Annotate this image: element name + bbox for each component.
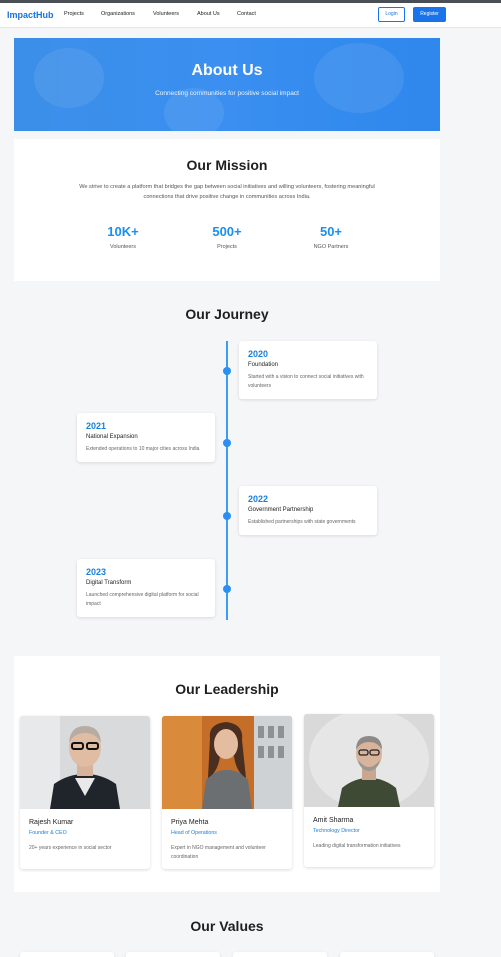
navbar: ImpactHub Projects Organizations Volunte…	[0, 3, 501, 28]
value-card	[126, 952, 220, 957]
timeline-heading: Government Partnership	[248, 507, 314, 513]
leader-description: 20+ years experience in social sector	[29, 845, 112, 851]
stat-value: 10K+	[107, 224, 139, 239]
timeline-description: Started with a vision to connect social …	[248, 374, 364, 389]
timeline-card-2021: 2021 National Expansion Extended operati…	[77, 413, 215, 462]
leader-portrait-image	[162, 716, 292, 809]
nav-link-volunteers[interactable]: Volunteers	[153, 11, 179, 17]
leader-role: Head of Operations	[171, 830, 217, 836]
stat-projects: 500+ Projects	[187, 224, 267, 250]
timeline-card-2020: 2020 Foundation Started with a vision to…	[239, 341, 377, 399]
nav-link-organizations[interactable]: Organizations	[101, 11, 135, 17]
login-button[interactable]: Login	[378, 7, 405, 22]
leader-name: Priya Mehta	[171, 819, 209, 826]
mission-text: We strive to create a platform that brid…	[79, 184, 375, 200]
values-title: Our Values	[190, 918, 264, 934]
hero-banner: About Us Connecting communities for posi…	[14, 38, 440, 131]
timeline-card-2022: 2022 Government Partnership Established …	[239, 486, 377, 535]
leadership-title: Our Leadership	[175, 681, 279, 697]
timeline-heading: Digital Transform	[86, 580, 132, 586]
value-card	[233, 952, 327, 957]
timeline-year: 2021	[86, 421, 107, 431]
leader-description: Leading digital transformation initiativ…	[313, 843, 401, 849]
leader-photo	[162, 716, 292, 809]
mission-section: Our Mission We strive to create a platfo…	[14, 139, 440, 281]
timeline-heading: Foundation	[248, 362, 279, 368]
stat-value: 500+	[212, 224, 242, 239]
leader-name: Rajesh Kumar	[29, 819, 74, 826]
leader-role: Technology Director	[313, 828, 360, 834]
timeline-description: Established partnerships with state gove…	[248, 519, 356, 525]
leader-photo	[304, 714, 434, 807]
leader-name: Amit Sharma	[313, 817, 354, 824]
stat-label: Projects	[217, 244, 237, 250]
timeline-year: 2022	[248, 494, 269, 504]
timeline-dot	[223, 439, 231, 447]
hero-title: About Us	[191, 62, 263, 79]
timeline-year: 2023	[86, 567, 107, 577]
leader-card-rajesh-kumar: Rajesh Kumar Founder & CEO 20+ years exp…	[20, 716, 150, 869]
timeline-dot	[223, 367, 231, 375]
timeline-heading: National Expansion	[86, 434, 138, 440]
timeline-description: Extended operations to 10 major cities a…	[86, 446, 200, 452]
leader-portrait-image	[304, 714, 434, 807]
nav-link-projects[interactable]: Projects	[64, 11, 84, 17]
leader-role: Founder & CEO	[29, 830, 67, 836]
mission-title: Our Mission	[186, 157, 268, 173]
stat-label: NGO Partners	[313, 244, 349, 250]
timeline-dot	[223, 512, 231, 520]
value-card	[20, 952, 114, 957]
register-button[interactable]: Register	[413, 7, 446, 22]
timeline-line	[226, 341, 228, 620]
stat-value: 50+	[319, 224, 343, 239]
leader-portrait-image	[20, 716, 150, 809]
timeline-dot	[223, 585, 231, 593]
nav-link-contact[interactable]: Contact	[237, 11, 256, 17]
leader-photo	[20, 716, 150, 809]
timeline-year: 2020	[248, 349, 269, 359]
leader-card-amit-sharma: Amit Sharma Technology Director Leading …	[304, 714, 434, 867]
stat-volunteers: 10K+ Volunteers	[83, 224, 163, 250]
journey-title: Our Journey	[185, 306, 269, 322]
leader-card-priya-mehta: Priya Mehta Head of Operations Expert in…	[162, 716, 292, 869]
nav-link-about-us[interactable]: About Us	[197, 11, 220, 17]
timeline-card-2023: 2023 Digital Transform Launched comprehe…	[77, 559, 215, 617]
stat-label: Volunteers	[110, 244, 136, 250]
leader-description: Expert in NGO management and volunteer c…	[171, 845, 266, 860]
value-card	[340, 952, 434, 957]
stat-ngo-partners: 50+ NGO Partners	[291, 224, 371, 250]
brand-logo[interactable]: ImpactHub	[7, 10, 54, 20]
timeline-description: Launched comprehensive digital platform …	[86, 592, 199, 607]
hero-subtitle: Connecting communities for positive soci…	[155, 90, 299, 97]
